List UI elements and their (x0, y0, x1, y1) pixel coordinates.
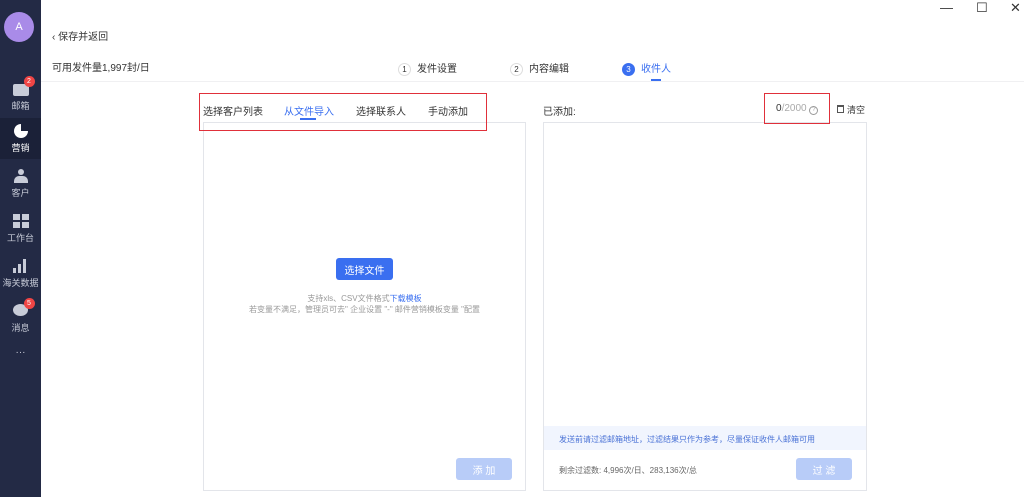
sidebar-item-mail[interactable]: 2 邮箱 (0, 75, 41, 117)
sidebar-item-label: 营销 (11, 142, 30, 153)
file-format-hint: 支持xls、CSV文件格式下载模板 (204, 293, 525, 304)
step-number: 1 (398, 63, 411, 76)
remaining-filter-count: 剩余过滤数: 4,996次/日、283,136次/总 (559, 466, 697, 475)
sidebar-item-customs-data[interactable]: 海关数据 (0, 253, 41, 294)
back-label: 保存并返回 (58, 32, 109, 43)
bar-chart-icon (12, 258, 29, 273)
chat-icon: 5 (12, 297, 35, 318)
choose-file-button[interactable]: 选择文件 (336, 258, 393, 280)
close-button[interactable]: ✕ (1010, 0, 1021, 16)
mail-icon: 2 (12, 75, 35, 96)
sidebar-item-label: 客户 (11, 187, 30, 198)
step-number: 2 (510, 63, 523, 76)
more-icon[interactable]: ··· (0, 347, 41, 358)
filter-button[interactable]: 过 滤 (796, 458, 852, 480)
step-label: 发件设置 (417, 64, 457, 75)
maximize-button[interactable]: ☐ (976, 0, 988, 16)
variable-hint: 若变量不满足，管理员可去" 企业设置 "-" 邮件营销模板变量 "配置 (249, 305, 480, 314)
sidebar-item-label: 工作台 (6, 232, 34, 243)
download-template-link[interactable]: 下载模板 (390, 294, 422, 303)
step-number: 3 (622, 63, 635, 76)
clear-button[interactable]: 清空 (837, 103, 865, 116)
added-label: 已添加: (543, 107, 576, 118)
clear-label: 清空 (847, 105, 866, 115)
avatar[interactable]: A (4, 12, 34, 42)
annotation-box-count (764, 93, 830, 124)
sidebar-item-workbench[interactable]: 工作台 (0, 208, 41, 249)
messages-badge: 5 (23, 297, 35, 309)
format-hint-text: 支持xls、CSV文件格式 (307, 294, 390, 303)
step-label: 内容编辑 (529, 64, 569, 75)
sidebar-item-label: 邮箱 (11, 100, 30, 111)
sidebar: A 2 邮箱 营销 客户 工作台 海关数据 5 消息 ··· (0, 0, 41, 497)
dashboard-icon (12, 213, 29, 228)
sidebar-item-messages[interactable]: 5 消息 (0, 297, 41, 339)
add-button[interactable]: 添 加 (456, 458, 512, 480)
sidebar-item-customers[interactable]: 客户 (0, 163, 41, 204)
mail-badge: 2 (23, 75, 35, 87)
sidebar-item-label: 消息 (11, 322, 30, 333)
added-recipients-panel: 发送前请过滤邮箱地址，过滤结果只作为参考，尽量保证收件人邮箱可用 剩余过滤数: … (543, 122, 867, 491)
file-import-panel: 选择文件 支持xls、CSV文件格式下载模板 若变量不满足，管理员可去" 企业设… (203, 122, 526, 491)
quota-text: 可用发件量1,997封/日 (52, 63, 150, 74)
header-divider (41, 81, 1024, 82)
annotation-box-tabs (199, 93, 487, 131)
step-label: 收件人 (641, 64, 671, 75)
pie-chart-icon (13, 123, 29, 138)
step-2[interactable]: 2 内容编辑 (510, 60, 569, 76)
user-icon (13, 168, 29, 183)
step-3[interactable]: 3 收件人 (622, 60, 671, 76)
filter-notice: 发送前请过滤邮箱地址，过滤结果只作为参考，尽量保证收件人邮箱可用 (544, 426, 866, 450)
step-1[interactable]: 1 发件设置 (398, 60, 457, 76)
trash-icon (837, 105, 844, 113)
back-link[interactable]: ‹ 保存并返回 (52, 28, 108, 43)
minimize-button[interactable]: — (940, 0, 953, 15)
sidebar-item-marketing[interactable]: 营销 (0, 118, 41, 159)
sidebar-item-label: 海关数据 (2, 277, 39, 288)
